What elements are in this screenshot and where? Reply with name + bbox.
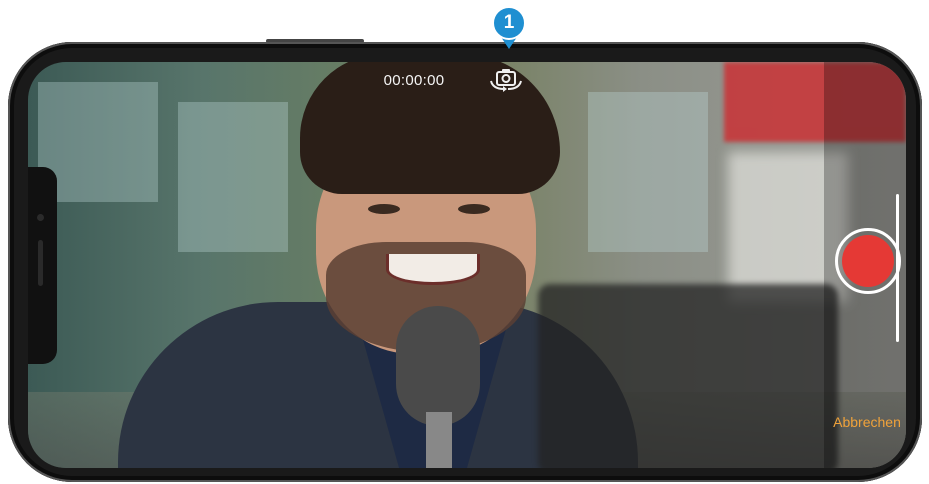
camera-viewfinder: 00:00:00 Abbrechen (28, 62, 906, 468)
record-icon (842, 235, 894, 287)
recording-timer: 00:00:00 (383, 72, 445, 89)
person-smile (386, 254, 480, 285)
microphone-handle (426, 412, 452, 468)
microphone (396, 306, 480, 426)
camera-flip-icon[interactable] (488, 67, 524, 93)
foreground-camera-blur (538, 284, 838, 468)
cancel-button[interactable]: Abbrechen (828, 414, 906, 430)
callout-badge: 1 (492, 6, 526, 40)
person-eye (368, 204, 400, 214)
front-camera (37, 214, 44, 221)
person-eye (458, 204, 490, 214)
record-button[interactable] (835, 228, 901, 294)
earpiece-speaker (38, 240, 43, 286)
